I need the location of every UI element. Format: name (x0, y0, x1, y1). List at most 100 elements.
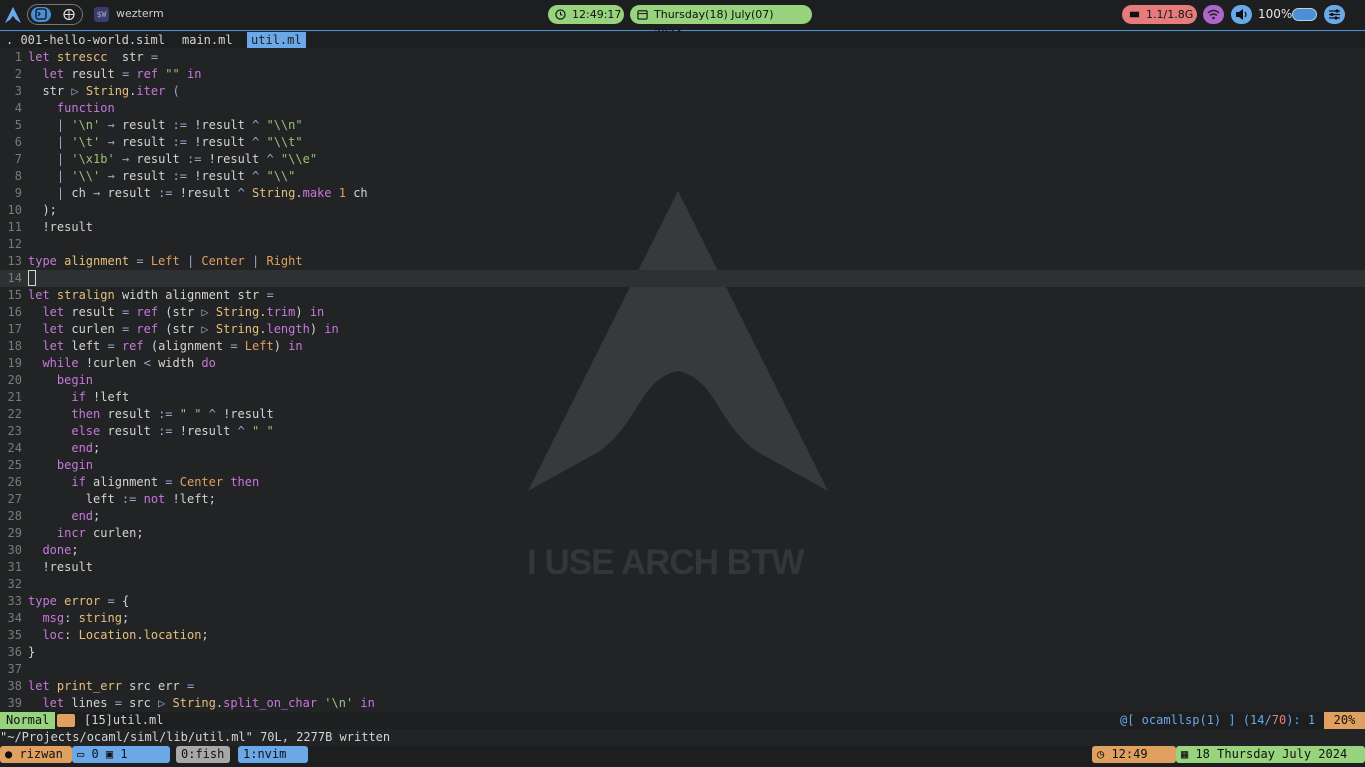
clock-widget[interactable]: 12:49:17 (548, 5, 624, 24)
line-number: 3 (14, 84, 22, 98)
line-number: 34 (7, 611, 22, 625)
line-number: 39 (7, 696, 22, 710)
date-widget[interactable]: Thursday(18) July(07) 2024 (630, 5, 812, 40)
code-line[interactable]: 5 | '\n' → result := !result ^ "\\n" (0, 117, 1365, 134)
line-number: 11 (7, 220, 22, 234)
tmux-window-fish[interactable]: 0:fish (176, 746, 230, 763)
code-text: !result (28, 560, 94, 574)
line-number: 2 (14, 67, 22, 81)
code-text: function (56, 101, 115, 115)
pane-number: 1 (120, 747, 128, 761)
line-number: 18 (7, 339, 22, 353)
code-line[interactable]: 10 ); (0, 202, 1365, 219)
line-number: 6 (14, 135, 22, 149)
code-line[interactable]: 11 !result (0, 219, 1365, 236)
code-text: let print_err src err = (28, 679, 195, 693)
code-editor[interactable]: I USE ARCH BTW 1 let strescc str = 2 let r… (0, 49, 1365, 712)
line-separator: / (1264, 713, 1272, 727)
line-number: 9 (14, 186, 22, 200)
code-line[interactable]: 35 loc: Location.location; (0, 627, 1365, 644)
code-line[interactable]: 15 let stralign width alignment str = (0, 287, 1365, 304)
line-number: 14 (7, 271, 22, 285)
code-text (28, 270, 36, 288)
line-number: 26 (7, 475, 22, 489)
code-line[interactable]: 24 end; (0, 440, 1365, 457)
code-line[interactable]: 6 | '\t' → result := !result ^ "\\t" (0, 134, 1365, 151)
tmux-date-text: 18 Thursday July 2024 (1195, 747, 1348, 761)
code-text: let strescc str = (28, 50, 159, 64)
code-line[interactable]: 36} (0, 644, 1365, 661)
code-text: let left = ref (alignment = Left) in (42, 339, 303, 353)
volume-icon[interactable] (1231, 5, 1252, 24)
settings-icon[interactable] (1324, 5, 1345, 24)
code-line[interactable]: 31 !result (0, 559, 1365, 576)
battery-icon[interactable] (1292, 8, 1317, 21)
code-text: let result = ref (str ▷ String.trim) in (42, 305, 325, 319)
code-line[interactable]: 8 | '\\' → result := !result ^ "\\" (0, 168, 1365, 185)
code-text: | '\t' → result := !result ^ "\\t" (56, 135, 303, 149)
code-line[interactable]: 20 begin (0, 372, 1365, 389)
line-number: 30 (7, 543, 22, 557)
tab-hello-world[interactable]: . 001-hello-world.siml (2, 32, 169, 48)
code-line[interactable]: 27 left := not !left; (0, 491, 1365, 508)
line-number: 16 (7, 305, 22, 319)
code-text: left := not !left; (28, 492, 216, 506)
code-line[interactable]: 37 (0, 661, 1365, 678)
code-line[interactable]: 19 while !curlen < width do (0, 355, 1365, 372)
code-text: type alignment = Left | Center | Right (28, 254, 303, 268)
code-text: while !curlen < width do (42, 356, 216, 370)
status-file-name: [15]util.ml (84, 713, 164, 727)
code-line[interactable]: 32 (0, 576, 1365, 593)
line-number: 35 (7, 628, 22, 642)
clock-text: 12:49:17 (572, 8, 622, 21)
code-line[interactable]: 26 if alignment = Center then (0, 474, 1365, 491)
wifi-icon[interactable] (1203, 5, 1224, 24)
lsp-prefix: @[ ocamllsp(1) ] ( (1120, 713, 1251, 727)
code-text: begin (56, 373, 94, 387)
cursor-line: 14 (1250, 713, 1265, 727)
code-text: done; (42, 543, 79, 557)
code-text: end; (71, 509, 101, 523)
code-line[interactable]: 1 let strescc str = (0, 49, 1365, 66)
code-line[interactable]: 34 msg: string; (0, 610, 1365, 627)
code-line[interactable]: 38 let print_err src err = (0, 678, 1365, 695)
code-line[interactable]: 25 begin (0, 457, 1365, 474)
code-line[interactable]: 22 then result := " " ^ !result (0, 406, 1365, 423)
code-line[interactable]: 33 type error = { (0, 593, 1365, 610)
line-number: 38 (7, 679, 22, 693)
code-text: str ▷ String.iter ( (28, 84, 180, 98)
code-line[interactable]: 4 function (0, 100, 1365, 117)
tab-util[interactable]: util.ml (247, 32, 306, 48)
code-line[interactable]: 29 incr curlen; (0, 525, 1365, 542)
code-line[interactable]: 14 (0, 270, 1365, 287)
tmux-window-nvim[interactable]: 1:nvim (238, 746, 308, 763)
globe-icon[interactable] (59, 7, 79, 22)
status-line: Normal [15]util.ml @[ ocamllsp(1) ] (14/… (0, 712, 1365, 729)
line-number: 22 (7, 407, 22, 421)
code-line[interactable]: 9 | ch → result := !result ^ String.make… (0, 185, 1365, 202)
code-line[interactable]: 18 let left = ref (alignment = Left) in (0, 338, 1365, 355)
line-number: 20 (7, 373, 22, 387)
line-number: 13 (7, 254, 22, 268)
line-number: 19 (7, 356, 22, 370)
code-text: type error = { (28, 594, 130, 608)
code-line[interactable]: 23 else result := !result ^ " " (0, 423, 1365, 440)
code-line[interactable]: 21 if !left (0, 389, 1365, 406)
memory-widget[interactable]: 1.1/1.8G (1122, 5, 1197, 24)
arch-logo-icon[interactable] (4, 6, 22, 24)
code-line[interactable]: 2 let result = ref "" in (0, 66, 1365, 83)
code-line[interactable]: 30 done; (0, 542, 1365, 559)
tab-main[interactable]: main.ml (178, 32, 237, 48)
code-text: | '\n' → result := !result ^ "\\n" (56, 118, 303, 132)
workspace-switcher[interactable] (27, 4, 83, 25)
code-line[interactable]: 3 str ▷ String.iter ( (0, 83, 1365, 100)
code-line[interactable]: 13 type alignment = Left | Center | Right (0, 253, 1365, 270)
code-line[interactable]: 17 let curlen = ref (str ▷ String.length… (0, 321, 1365, 338)
terminal-icon[interactable] (31, 7, 51, 22)
code-line[interactable]: 12 (0, 236, 1365, 253)
code-line[interactable]: 7 | '\x1b' → result := !result ^ "\\e" (0, 151, 1365, 168)
laptop-icon: ▭ (77, 747, 92, 761)
code-line[interactable]: 39 let lines = src ▷ String.split_on_cha… (0, 695, 1365, 712)
code-line[interactable]: 16 let result = ref (str ▷ String.trim) … (0, 304, 1365, 321)
code-line[interactable]: 28 end; (0, 508, 1365, 525)
